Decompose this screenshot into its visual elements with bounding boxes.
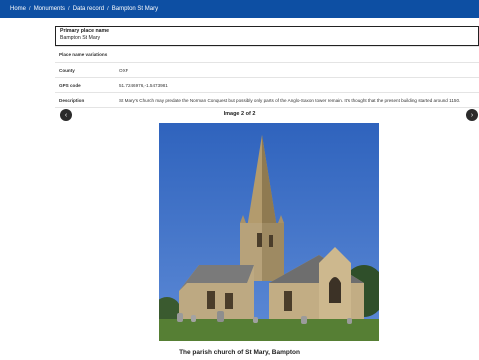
gps-code-row: GPS code 51.7246976,-1.5473981 — [55, 78, 479, 93]
row-value: St Mary's Church may predate the Norman … — [119, 97, 461, 103]
next-image-button[interactable]: › — [466, 109, 478, 121]
description-row: Description St Mary's Church may predate… — [55, 93, 479, 108]
primary-place-value: Bampton St Mary — [60, 34, 101, 41]
row-key: County — [59, 67, 75, 73]
breadcrumb-home[interactable]: Home — [10, 6, 26, 12]
image-caption: The parish church of St Mary, Bampton — [179, 349, 300, 356]
breadcrumb: Home / Monuments / Data record / Bampton… — [0, 0, 479, 18]
record-panel: Primary place name Bampton St Mary Place… — [55, 26, 479, 108]
breadcrumb-separator: / — [29, 6, 31, 12]
breadcrumb-separator: / — [107, 6, 109, 12]
primary-place-box: Primary place name Bampton St Mary — [55, 26, 479, 46]
breadcrumb-current: Bampton St Mary — [111, 6, 159, 12]
row-key: Description — [59, 97, 85, 103]
county-row: County OXF — [55, 63, 479, 78]
chevron-right-icon: › — [470, 111, 474, 119]
breadcrumb-monuments[interactable]: Monuments — [34, 6, 65, 12]
row-value: 51.7246976,-1.5473981 — [119, 82, 168, 88]
church-illustration — [159, 123, 379, 341]
breadcrumb-data-record[interactable]: Data record — [73, 6, 104, 12]
place-name-variations-row: Place name variations — [55, 46, 479, 63]
image-counter: Image 2 of 2 — [223, 111, 256, 117]
row-key: Place name variations — [59, 52, 108, 57]
breadcrumb-separator: / — [68, 6, 70, 12]
row-value: OXF — [119, 67, 129, 73]
row-key: GPS code — [59, 82, 81, 88]
church-photo — [159, 123, 379, 341]
